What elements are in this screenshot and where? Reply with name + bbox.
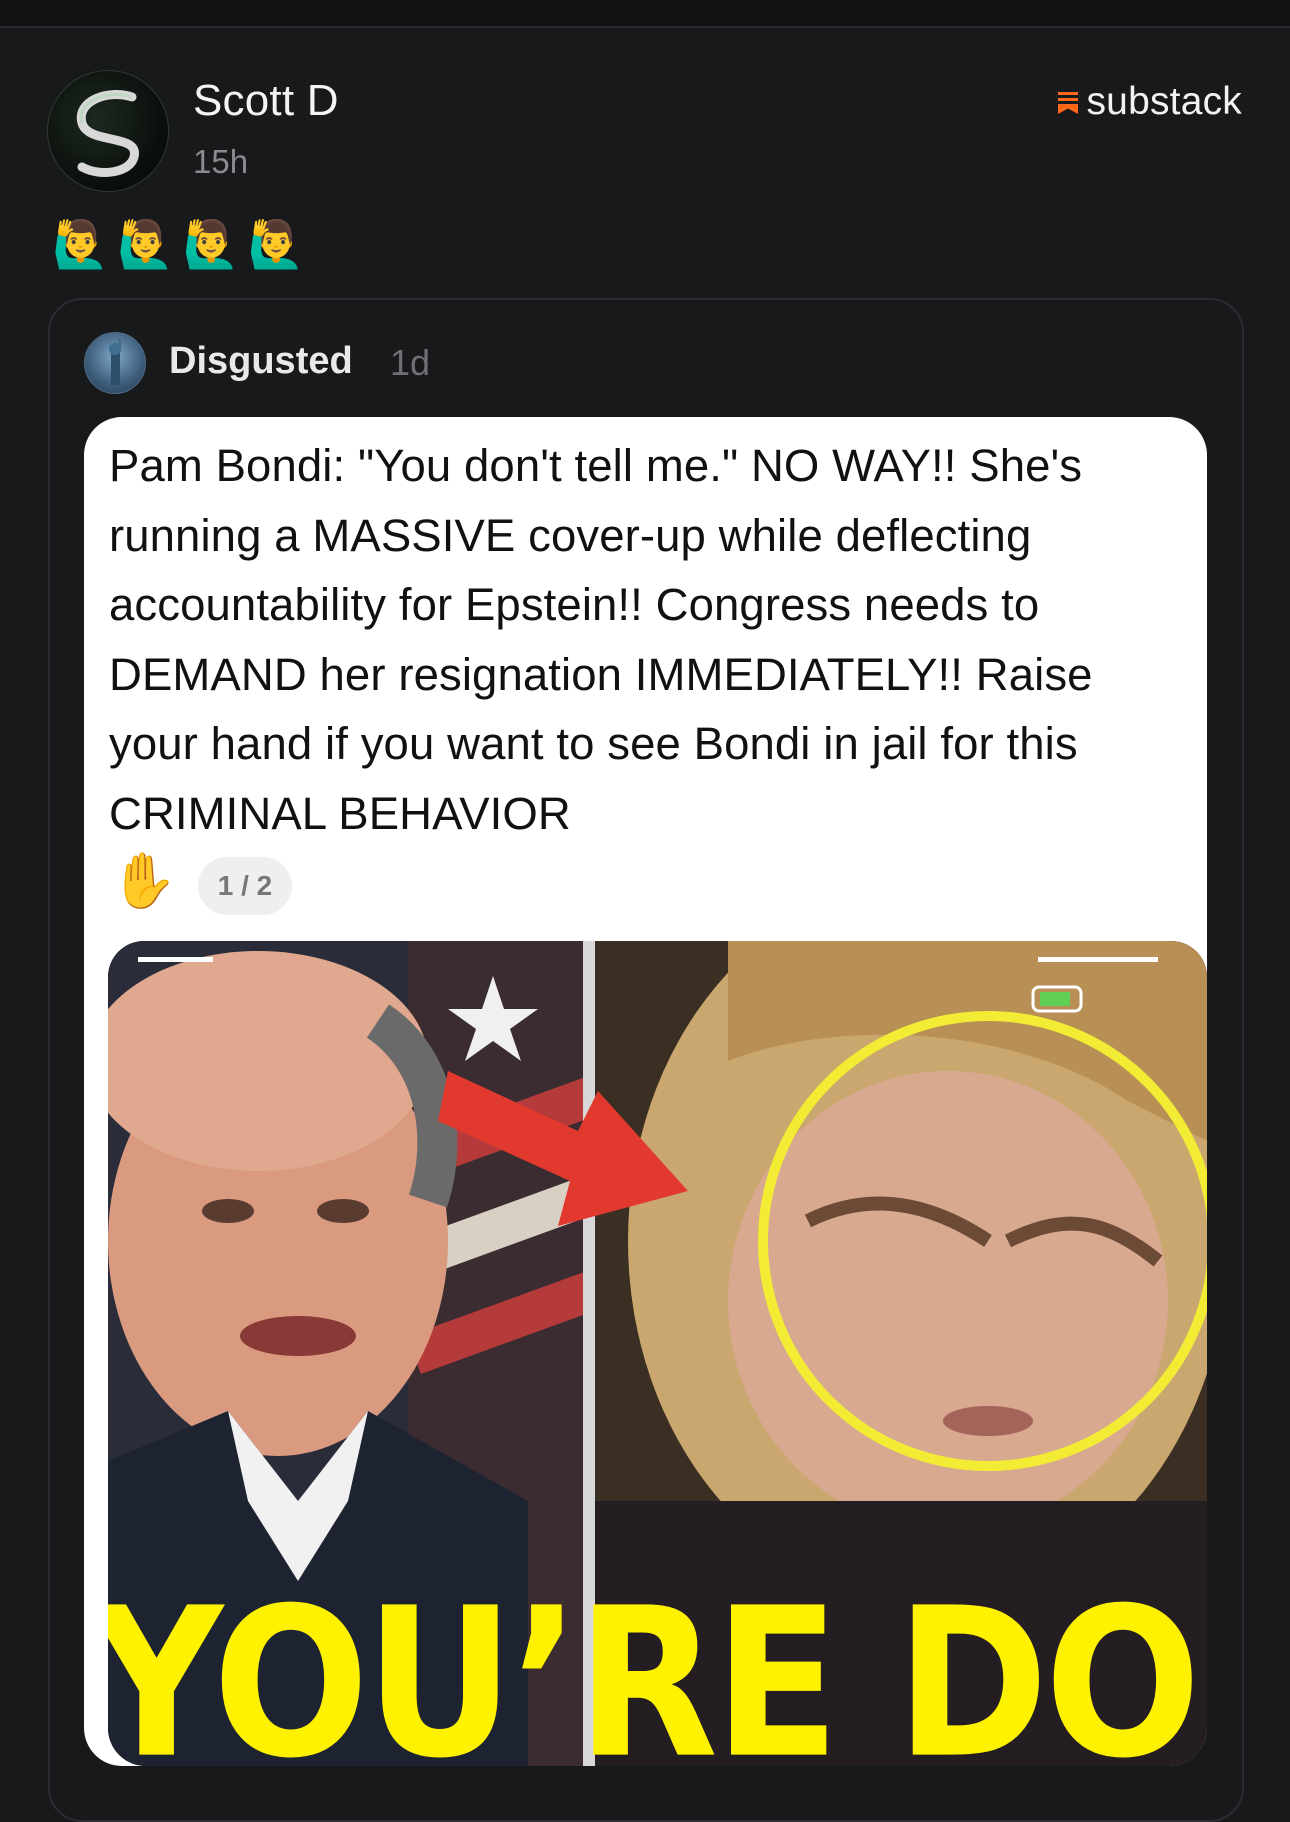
substack-logo-icon xyxy=(1058,92,1079,114)
quoted-author-avatar[interactable] xyxy=(84,332,146,394)
statue-avatar-icon xyxy=(109,339,121,385)
quoted-author-name[interactable]: Disgusted xyxy=(169,340,353,383)
quoted-screenshot-image[interactable]: Pam Bondi: "You don't tell me." NO WAY!!… xyxy=(84,417,1207,1766)
raised-hand-emoji: ✋ xyxy=(110,849,178,912)
s-logo-icon xyxy=(76,90,139,177)
brand-label: substack xyxy=(1086,80,1242,123)
news-thumbnail-photo: YOU’RE DONE PAM xyxy=(108,941,1207,1766)
post-body-emoji: 🙋‍♂️🙋‍♂️🙋‍♂️🙋‍♂️ xyxy=(52,217,314,271)
thumbnail-caption: YOU’RE DONE PAM xyxy=(108,1564,1207,1766)
top-status-strip xyxy=(0,0,1290,28)
post-timestamp: 15h xyxy=(193,143,249,180)
quoted-timestamp: 1d xyxy=(390,342,431,383)
substack-brand[interactable]: substack xyxy=(1056,80,1242,124)
image-page-counter: 1 / 2 xyxy=(198,857,292,915)
author-avatar[interactable] xyxy=(47,70,169,192)
screenshot-post-text: Pam Bondi: "You don't tell me." NO WAY!!… xyxy=(109,440,1093,839)
author-name[interactable]: Scott D xyxy=(193,76,339,126)
